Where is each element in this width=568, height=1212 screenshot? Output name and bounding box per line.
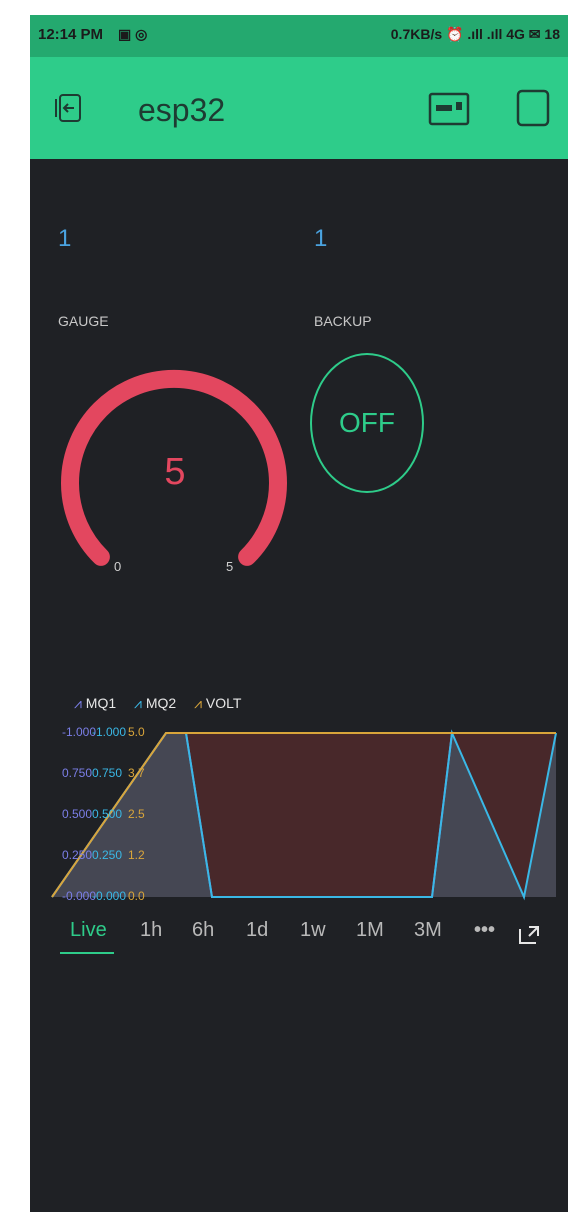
status-time: 12:14 PM [38,26,104,43]
value-display-1: 1 [58,225,72,252]
project-title: esp32 [138,92,226,128]
more-icon[interactable]: ••• [474,919,495,942]
y-tick-label: 1.2 [128,848,145,862]
y-tick-label: 0.750 [62,766,93,780]
y-tick-label: -1.000 [62,725,97,739]
range-1w[interactable]: 1w [300,919,326,942]
y-tick-label: 0.500 [92,807,123,821]
range-1d[interactable]: 1d [246,919,268,942]
selected-range-underline [60,952,114,954]
legend-mq1[interactable]: ⩘ MQ1 [74,695,120,711]
value-display-2: 1 [314,225,328,252]
superchart[interactable] [46,725,568,905]
phone-screen: 12:14 PM ▣ ◎ 0.7KB/s ⏰ .ıll .ıll 4G ✉ 18… [30,15,568,1212]
range-live[interactable]: Live [70,919,107,942]
legend-volt[interactable]: ⩘ VOLT [194,695,241,711]
gauge-value: 5 [164,451,186,493]
y-tick-label: -0.000 [62,889,97,903]
fullscreen-icon[interactable] [516,923,542,947]
y-tick-label: 0.750 [92,766,123,780]
y-tick-label: 0.250 [92,848,123,862]
play-mode-icon[interactable] [516,89,550,127]
series-line-icon: ⩘ [74,695,82,711]
device-icon[interactable] [428,91,470,127]
gauge-max: 5 [226,559,234,574]
backup-state: OFF [339,407,395,438]
range-1h[interactable]: 1h [140,919,162,942]
message-icon: ▣ [118,26,132,42]
y-tick-label: 5.0 [128,725,145,739]
backup-label: BACKUP [314,313,372,329]
y-tick-label: 0.500 [62,807,93,821]
range-3M[interactable]: 3M [414,919,442,942]
y-tick-label: 0.250 [62,848,93,862]
gauge-min: 0 [114,559,122,574]
gauge-label: GAUGE [58,313,109,329]
back-icon[interactable] [52,91,86,125]
network-status: 0.7KB/s ⏰ .ıll .ıll 4G ✉ 18 [390,26,560,42]
whatsapp-icon: ◎ [135,26,148,42]
y-tick-label: 2.5 [128,807,145,821]
range-1M[interactable]: 1M [356,919,384,942]
range-6h[interactable]: 6h [192,919,214,942]
y-tick-label: -1.000 [92,725,127,739]
status-app-icons: ▣ ◎ [118,26,147,43]
app-bar: esp32 [30,57,568,159]
y-tick-label: 0.0 [128,889,145,903]
y-tick-label: 3.7 [128,766,145,780]
y-tick-label: -0.000 [92,889,127,903]
status-bar: 12:14 PM ▣ ◎ 0.7KB/s ⏰ .ıll .ıll 4G ✉ 18 [30,15,568,57]
legend-mq2[interactable]: ⩘ MQ2 [134,695,180,711]
backup-button[interactable]: OFF [310,353,424,493]
chart-legend: ⩘ MQ1 ⩘ MQ2 ⩘ VOLT [74,695,255,712]
series-line-icon: ⩘ [134,695,142,711]
series-line-icon: ⩘ [194,695,202,711]
